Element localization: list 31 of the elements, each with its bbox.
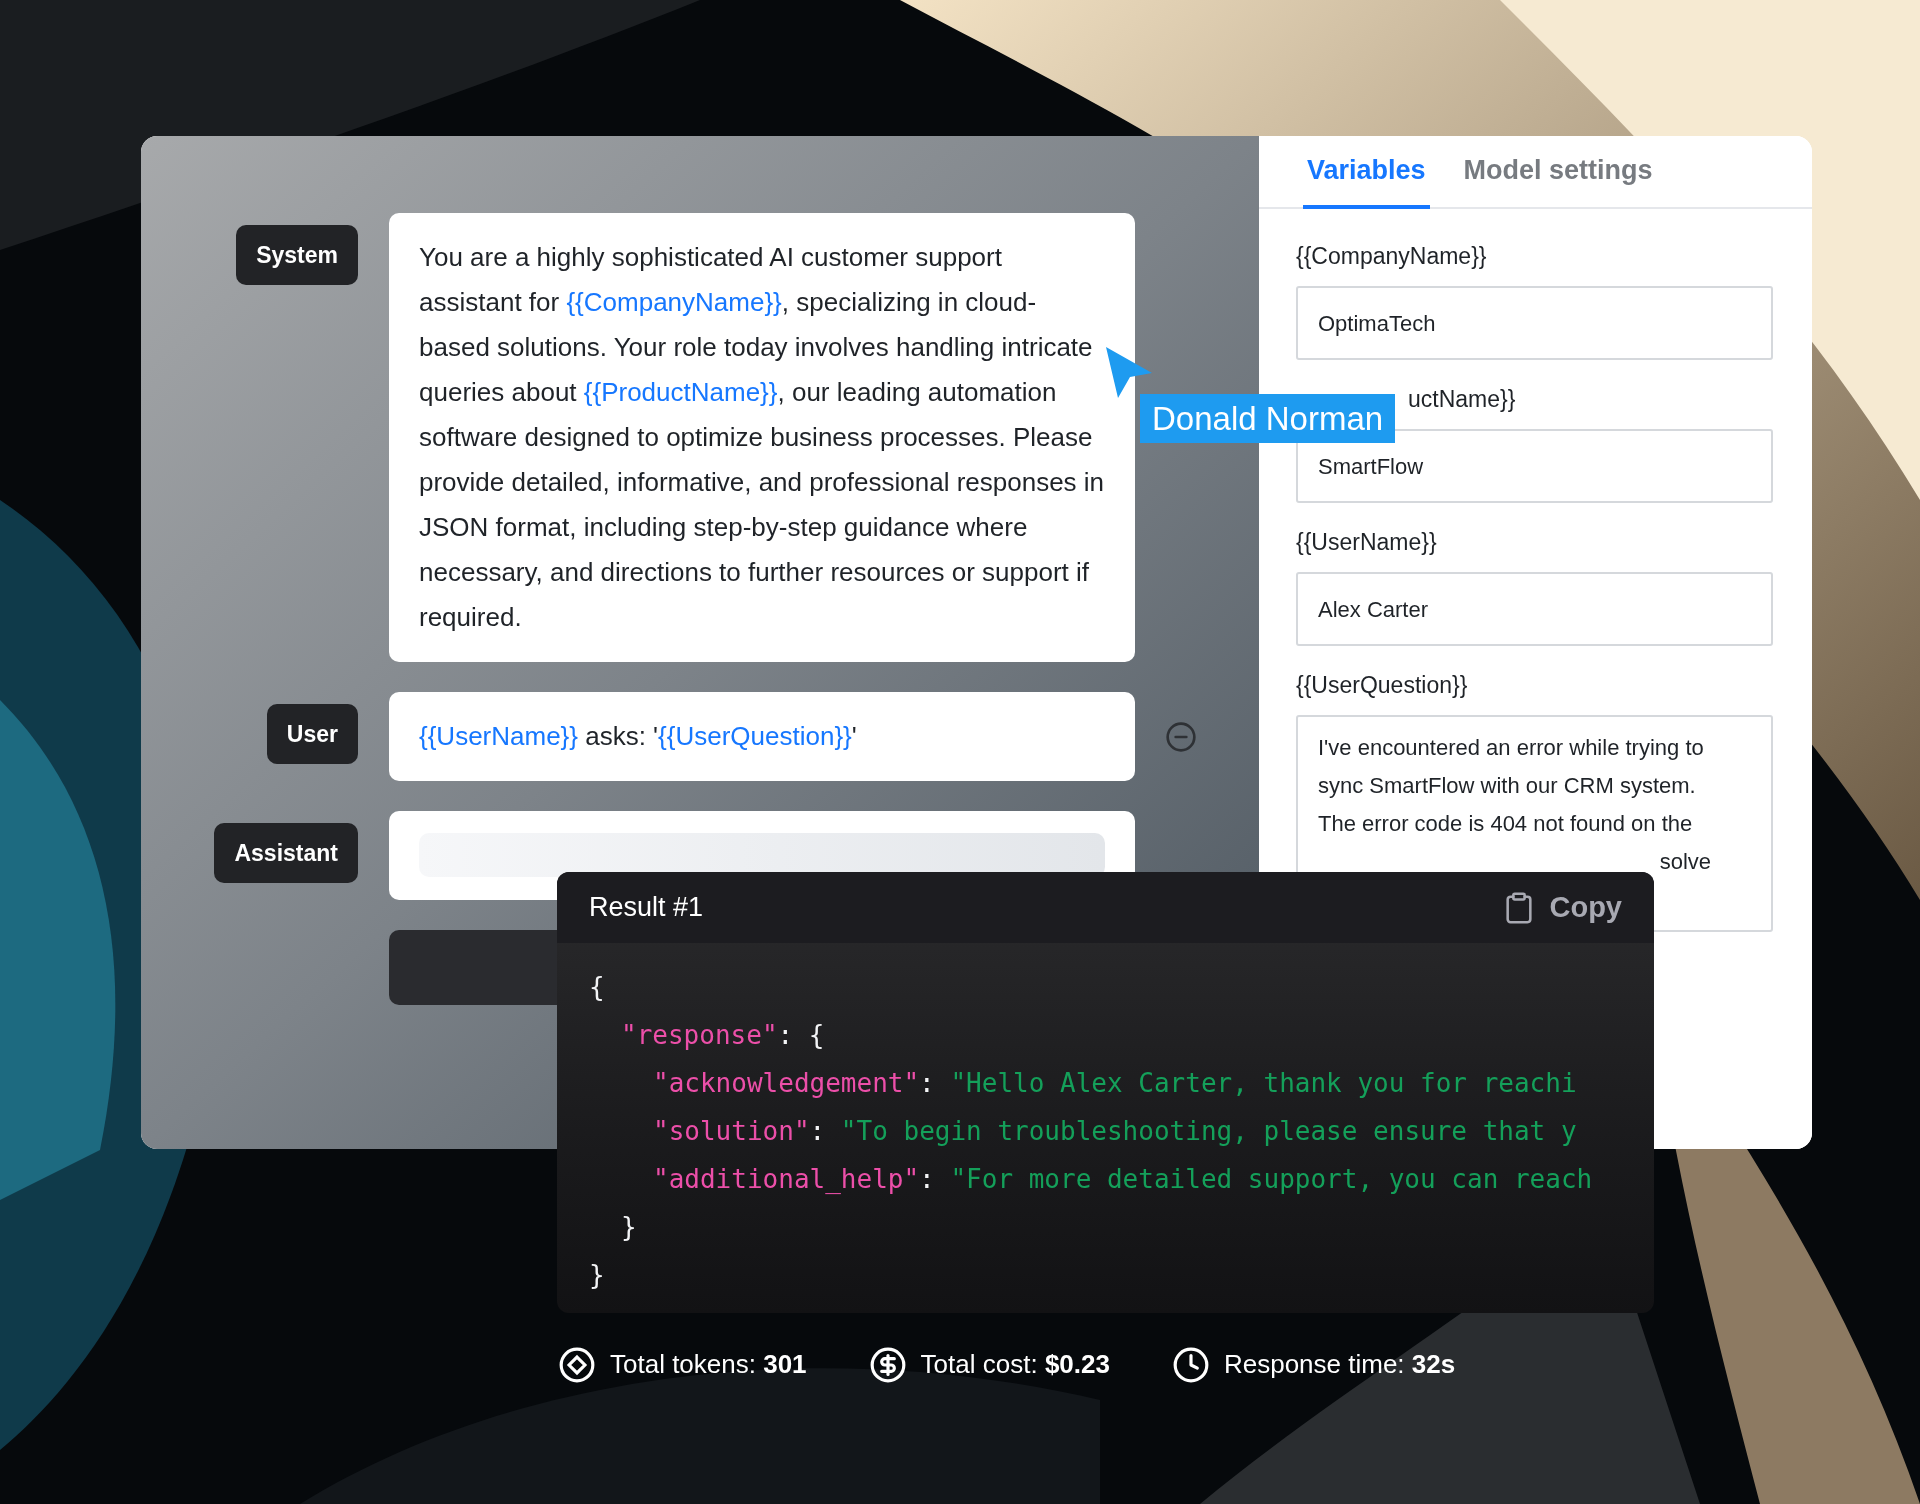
variable-label: {{UserName}} xyxy=(1296,529,1438,556)
cursor-label: Donald Norman xyxy=(1140,394,1396,443)
code-line: "acknowledgement": "Hello Alex Carter, thank you for reachi xyxy=(652,1067,1578,1100)
remove-icon[interactable] xyxy=(1165,720,1197,753)
code-line: } xyxy=(589,1259,606,1292)
result-title: Result #1 xyxy=(589,891,704,925)
variable-label: {{CompanyName}} xyxy=(1296,243,1488,270)
copy-button[interactable]: Copy xyxy=(1501,885,1622,930)
input-field[interactable]: Alex Carter xyxy=(1296,572,1773,646)
role-label: Assistant xyxy=(214,823,358,883)
question-text: solve xyxy=(1659,848,1711,876)
code-line: "response": { xyxy=(620,1019,826,1052)
dollar-icon xyxy=(868,1345,907,1384)
message-text[interactable]: You are a highly sophisticated AI customer support assistant for {{CompanyName}}, specializing in cloud-based solutions. Your role today involves handling intricate queries about {{ProductName}}, our leading automation software designed to optimize business processes. Please provide detailed, informative, and professional responses in JSON format, including step-by-step guidance where necessary, and directions to further resources or support if required. xyxy=(389,213,1135,662)
variable-label: {{UserQuestion}} xyxy=(1296,672,1469,699)
stat-text: Response time: 32s xyxy=(1223,1348,1456,1381)
code-line: "solution": "To begin troubleshooting, please ensure that y xyxy=(652,1115,1578,1148)
code-line: } xyxy=(620,1211,638,1244)
tab[interactable]: Model settings xyxy=(1459,136,1657,209)
stat-text: Total cost: $0.23 xyxy=(920,1348,1110,1381)
role-label: User xyxy=(266,704,358,764)
role-label: System xyxy=(236,225,358,285)
cursor-icon xyxy=(1104,345,1154,400)
variable-label: uctName}} xyxy=(1407,386,1517,413)
input-field[interactable]: OptimaTech xyxy=(1296,286,1773,360)
message-text[interactable]: {{UserName}} asks: '{{UserQuestion}}' xyxy=(389,692,1135,781)
tab[interactable]: Variables xyxy=(1303,136,1430,209)
clock-icon xyxy=(1171,1345,1210,1384)
code-line: "additional_help": "For more detailed support, you can reach xyxy=(652,1163,1594,1196)
stat-text: Total tokens: 301 xyxy=(610,1348,807,1381)
code-line: { xyxy=(589,971,606,1004)
